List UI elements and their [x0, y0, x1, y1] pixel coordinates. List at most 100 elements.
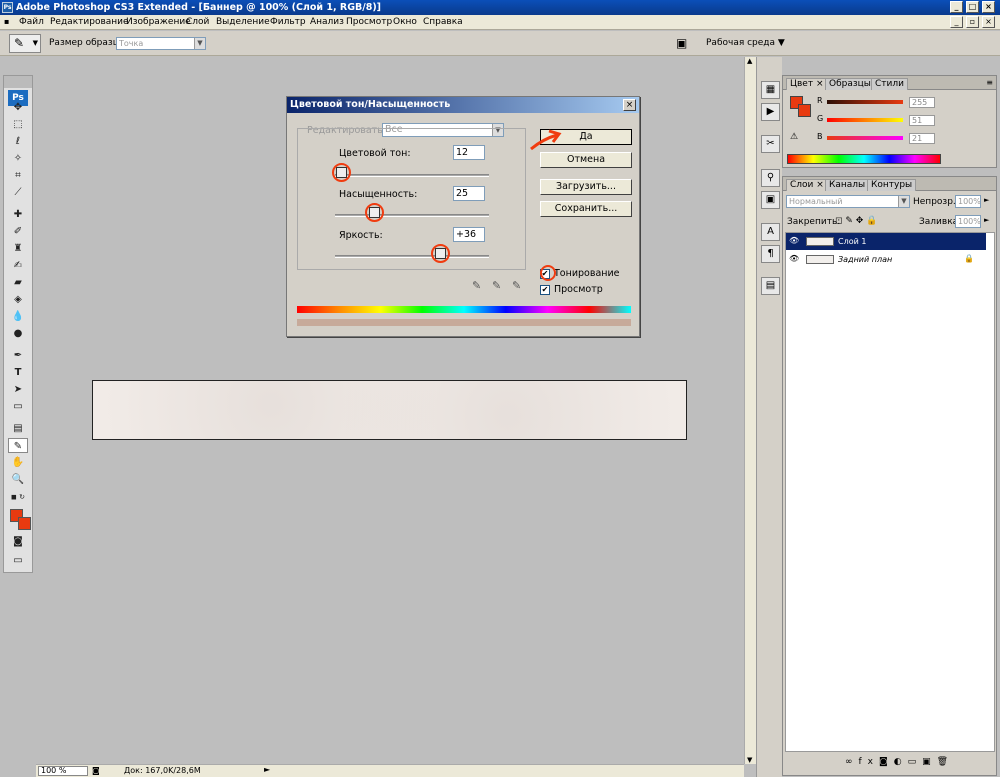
notes-tool-icon[interactable]: ▤ [8, 421, 28, 436]
minimize-button[interactable]: _ [950, 1, 963, 13]
menu-help[interactable]: Справка [423, 17, 463, 27]
blur-tool-icon[interactable]: 💧 [8, 309, 28, 324]
tab-layers[interactable]: Слои × [786, 179, 828, 191]
horizontal-scrollbar[interactable]: 100 % ◙ Док: 167,0K/28,6M ► [36, 764, 744, 777]
quick-mask-icon[interactable]: ◙ [8, 534, 28, 549]
paragraph-icon[interactable]: ¶ [761, 245, 780, 263]
marquee-tool-icon[interactable]: ⬚ [8, 117, 28, 132]
vertical-scrollbar[interactable]: ▲ ▼ [744, 57, 756, 764]
load-button[interactable]: Загрузить... [540, 179, 632, 195]
canvas-image[interactable] [92, 380, 687, 440]
b-value[interactable]: 21 [909, 133, 935, 144]
lasso-tool-icon[interactable]: ℓ [8, 134, 28, 149]
b-slider[interactable] [827, 136, 903, 140]
save-button[interactable]: Сохранить... [540, 201, 632, 217]
menu-analysis[interactable]: Анализ [310, 17, 344, 27]
maximize-button[interactable]: □ [966, 1, 979, 13]
gamut-warning-icon[interactable]: ⚠ [790, 132, 798, 142]
document-menu-icon[interactable]: ▪ [4, 17, 9, 26]
dodge-tool-icon[interactable]: ● [8, 326, 28, 341]
tab-color[interactable]: Цвет × [786, 78, 828, 90]
g-slider[interactable] [827, 118, 903, 122]
type-tool-icon[interactable]: T [8, 365, 28, 380]
brush-tool-icon[interactable]: ✐ [8, 224, 28, 239]
fill-arrow-icon[interactable]: ► [984, 216, 989, 224]
preview-checkbox[interactable]: ✔ [540, 285, 550, 295]
menu-file[interactable]: Файл [19, 17, 44, 27]
hue-field[interactable]: 12 [453, 145, 485, 160]
dialog-close-button[interactable]: × [623, 99, 636, 111]
doc-restore-button[interactable]: ▫ [966, 16, 979, 28]
actions-icon[interactable]: ▶ [761, 103, 780, 121]
background-color-swatch[interactable] [18, 517, 31, 530]
swap-colors-icon[interactable]: ◼ ↻ [8, 490, 28, 505]
menu-view[interactable]: Просмотр [346, 17, 392, 27]
brushes-icon[interactable]: ⚲ [761, 169, 780, 187]
pen-tool-icon[interactable]: ✒ [8, 348, 28, 363]
menu-layer[interactable]: Слой [186, 17, 209, 27]
tools-preset-icon[interactable]: ✂ [761, 135, 780, 153]
tab-swatches[interactable]: Образцы [825, 78, 875, 90]
r-slider[interactable] [827, 100, 903, 104]
path-select-tool-icon[interactable]: ➤ [8, 382, 28, 397]
lock-options-icons[interactable]: ◻ ✎ ✥ 🔒 [835, 216, 877, 226]
tool-preset-picker[interactable]: ✎ ▼ [9, 34, 41, 53]
opacity-field[interactable]: 100% [955, 195, 981, 208]
lightness-field[interactable]: +36 [453, 227, 485, 242]
layer-comps-icon[interactable]: ▤ [761, 277, 780, 295]
bridge-icon[interactable]: ▣ [676, 36, 687, 50]
doc-minimize-button[interactable]: _ [950, 16, 963, 28]
menu-window[interactable]: Окно [393, 17, 417, 27]
eyedropper-minus-icon[interactable]: ✎ [512, 279, 521, 292]
saturation-slider[interactable] [335, 214, 489, 217]
eyedropper-icon[interactable]: ✎ [472, 279, 481, 292]
layer-actions-icons[interactable]: ∞fx◙◐▭▣🗑 [845, 757, 954, 767]
layer-row-1[interactable]: 👁 Слой 1 [786, 233, 986, 250]
eraser-tool-icon[interactable]: ▰ [8, 275, 28, 290]
shape-tool-icon[interactable]: ▭ [8, 399, 28, 414]
hue-slider[interactable] [335, 174, 489, 177]
menu-filter[interactable]: Фильтр [270, 17, 306, 27]
tab-styles[interactable]: Стили [871, 78, 908, 90]
color-spectrum-ramp[interactable] [787, 154, 941, 164]
paint-bucket-tool-icon[interactable]: ◈ [8, 292, 28, 307]
toolbox-header[interactable] [4, 76, 32, 88]
stamp-tool-icon[interactable]: ♜ [8, 241, 28, 256]
magic-wand-tool-icon[interactable]: ✧ [8, 151, 28, 166]
lightness-slider[interactable] [335, 255, 489, 258]
sample-size-select[interactable]: Точка ▼ [116, 37, 206, 50]
status-info-icon[interactable]: ◙ [92, 766, 100, 775]
clone-source-icon[interactable]: ▣ [761, 191, 780, 209]
screen-mode-icon[interactable]: ▭ [8, 553, 28, 568]
status-menu-arrow-icon[interactable]: ► [264, 765, 270, 774]
layer-row-background[interactable]: 👁 Задний план 🔒 [786, 251, 986, 268]
character-icon[interactable]: A [761, 223, 780, 241]
cancel-button[interactable]: Отмена [540, 152, 632, 168]
navigator-icon[interactable]: ▦ [761, 81, 780, 99]
eye-icon[interactable]: 👁 [789, 236, 800, 246]
move-tool-icon[interactable]: ✥ [8, 100, 28, 115]
opacity-arrow-icon[interactable]: ► [984, 196, 989, 204]
menu-image[interactable]: Изображение [126, 17, 191, 27]
blend-mode-select[interactable]: Нормальный ▼ [786, 195, 910, 208]
history-brush-tool-icon[interactable]: ✍ [8, 258, 28, 273]
tab-paths[interactable]: Контуры [867, 179, 917, 191]
fill-field[interactable]: 100% [955, 215, 981, 228]
panel-menu-icon[interactable]: ≡ [986, 78, 993, 87]
panel-background-swatch[interactable] [798, 104, 811, 117]
crop-tool-icon[interactable]: ⌗ [8, 168, 28, 183]
g-value[interactable]: 51 [909, 115, 935, 126]
menu-edit[interactable]: Редактирование [50, 17, 129, 27]
r-value[interactable]: 255 [909, 97, 935, 108]
scroll-down-icon[interactable]: ▼ [747, 756, 752, 764]
menu-select[interactable]: Выделение [216, 17, 270, 27]
saturation-field[interactable]: 25 [453, 186, 485, 201]
slice-tool-icon[interactable]: ⟋ [8, 185, 28, 200]
close-button[interactable]: × [982, 1, 995, 13]
eyedropper-tool-icon[interactable]: ✎ [8, 438, 28, 453]
workspace-menu[interactable]: Рабочая среда ▼ [706, 38, 785, 48]
zoom-level-field[interactable]: 100 % [38, 766, 88, 776]
doc-close-button[interactable]: × [982, 16, 995, 28]
scroll-up-icon[interactable]: ▲ [747, 57, 752, 65]
zoom-tool-icon[interactable]: 🔍 [8, 472, 28, 487]
